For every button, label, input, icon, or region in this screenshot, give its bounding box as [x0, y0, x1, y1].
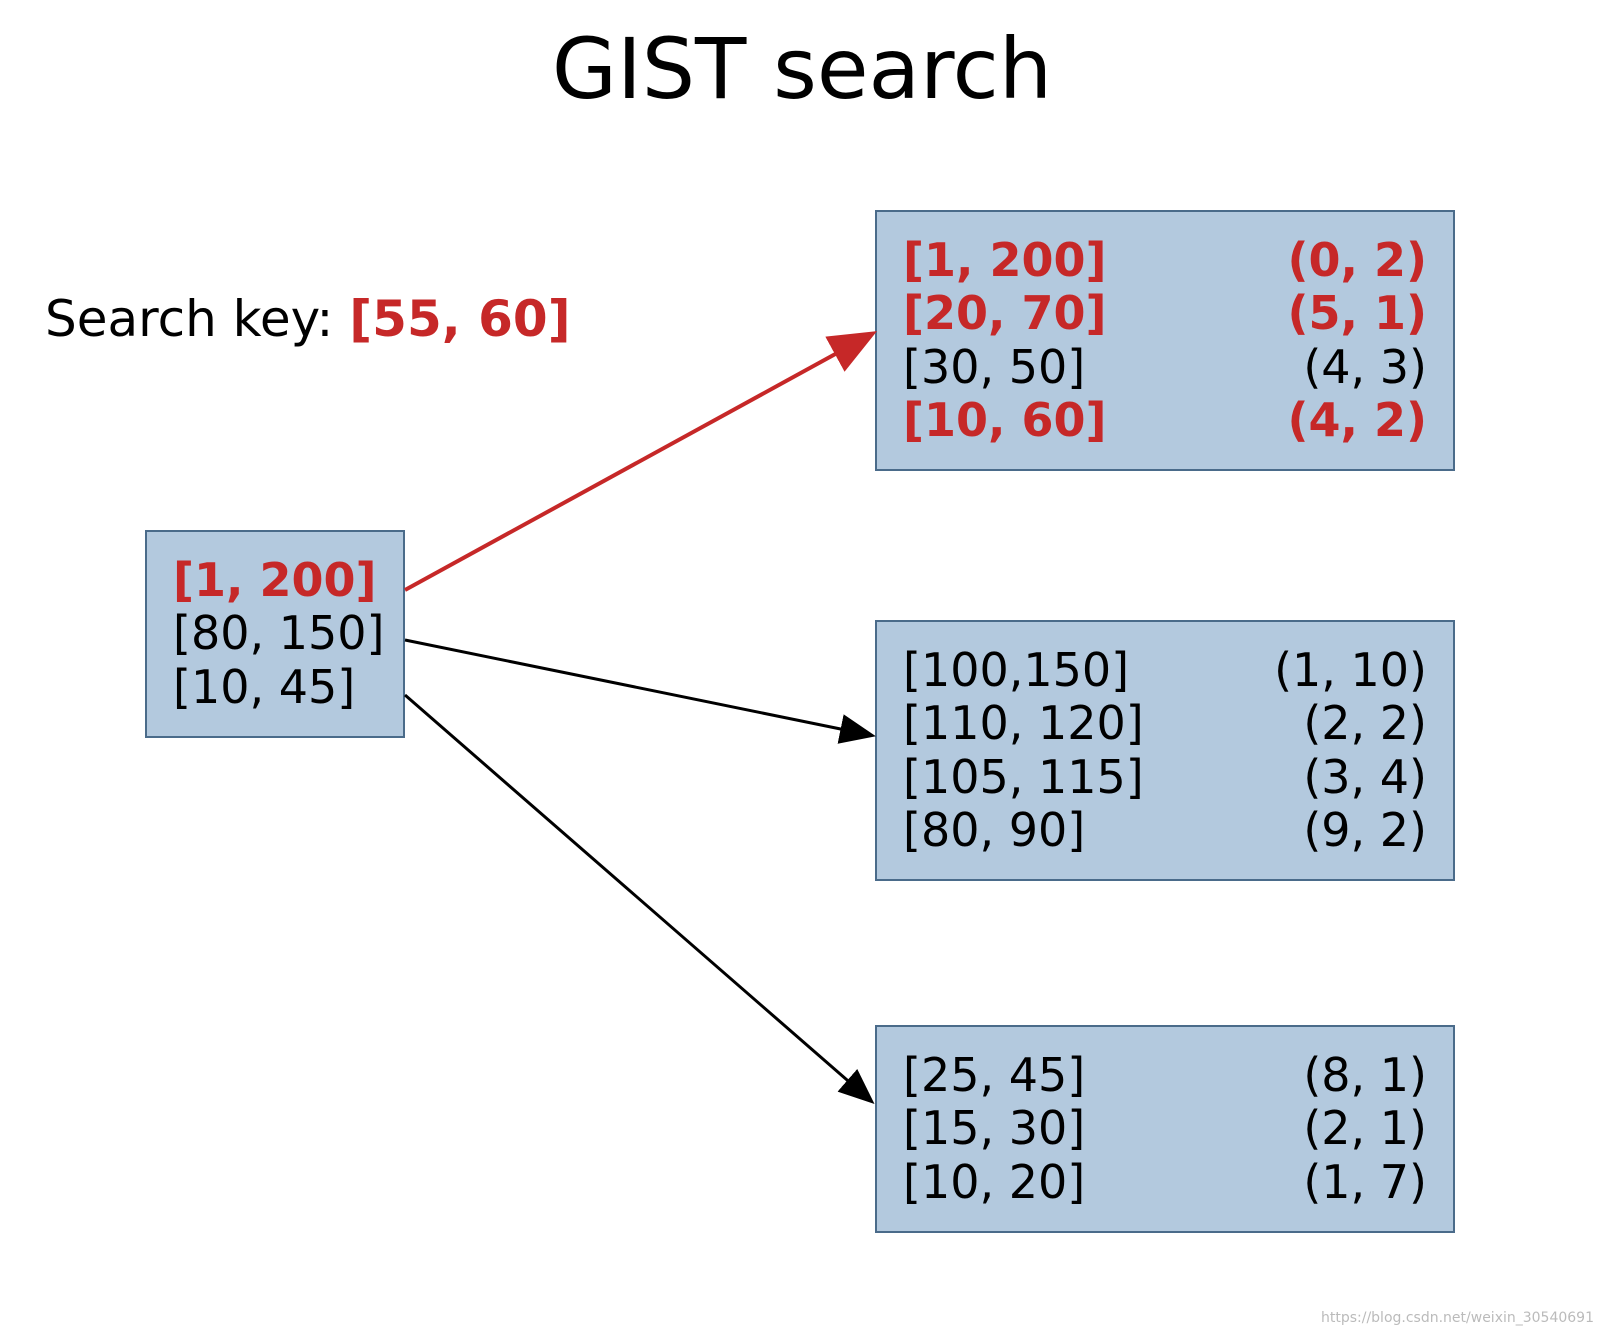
leaf-node-1: [100,150](1, 10)[110, 120](2, 2)[105, 11… — [875, 620, 1455, 881]
leaf-row-tid: (4, 3) — [1303, 341, 1427, 394]
leaf-row: [25, 45] (8, 1) — [903, 1049, 1427, 1102]
leaf-row: [10, 60] (4, 2) — [903, 394, 1427, 447]
leaf-row-tid: (9, 2) — [1303, 804, 1427, 857]
leaf-row-range: [110, 120] — [903, 697, 1144, 750]
search-key-label: Search key: — [45, 290, 349, 348]
leaf-node-0: [1, 200] (0, 2) [20, 70] (5, 1) [30, 50] (4, … — [875, 210, 1455, 471]
leaf-row: [100,150] (1, 10) — [903, 644, 1427, 697]
leaf-row-tid: (2, 1) — [1303, 1102, 1427, 1155]
leaf-row: [105, 115] (3, 4) — [903, 751, 1427, 804]
search-key-value: [55, 60] — [349, 290, 570, 348]
leaf-row: [20, 70] (5, 1) — [903, 287, 1427, 340]
leaf-node-2: [25, 45] (8, 1) [15, 30] (2, 1) [10, 20] (1, … — [875, 1025, 1455, 1233]
root-entry: [80, 150] — [173, 607, 377, 660]
leaf-row-tid: (4, 2) — [1287, 394, 1427, 447]
watermark: https://blog.csdn.net/weixin_30540691 — [1321, 1310, 1594, 1326]
leaf-row-tid: (0, 2) — [1287, 234, 1427, 287]
leaf-row-range: [100,150] — [903, 644, 1129, 697]
leaf-row: [10, 20] (1, 7) — [903, 1156, 1427, 1209]
search-key: Search key: [55, 60] — [45, 290, 571, 348]
root-entry: [10, 45] — [173, 661, 377, 714]
root-node: [1, 200][80, 150][10, 45] — [145, 530, 405, 738]
leaf-row-tid: (1, 7) — [1303, 1156, 1427, 1209]
leaf-row-range: [30, 50] — [903, 341, 1085, 394]
leaf-row-range: [15, 30] — [903, 1102, 1085, 1155]
leaf-row: [15, 30] (2, 1) — [903, 1102, 1427, 1155]
root-entry-range: [80, 150] — [173, 607, 384, 660]
leaf-row-range: [1, 200] — [903, 234, 1107, 287]
leaf-row-tid: (1, 10) — [1274, 644, 1427, 697]
arrow-root-to-leaf0 — [405, 335, 870, 590]
leaf-row: [30, 50] (4, 3) — [903, 341, 1427, 394]
page-title: GIST search — [0, 20, 1604, 118]
leaf-row-tid: (8, 1) — [1303, 1049, 1427, 1102]
leaf-row: [80, 90] (9, 2) — [903, 804, 1427, 857]
leaf-row-range: [25, 45] — [903, 1049, 1085, 1102]
root-entry: [1, 200] — [173, 554, 377, 607]
leaf-row-tid: (3, 4) — [1303, 751, 1427, 804]
leaf-row: [110, 120] (2, 2) — [903, 697, 1427, 750]
leaf-row-range: [20, 70] — [903, 287, 1107, 340]
leaf-row-tid: (2, 2) — [1303, 697, 1427, 750]
leaf-row-tid: (5, 1) — [1287, 287, 1427, 340]
leaf-row: [1, 200] (0, 2) — [903, 234, 1427, 287]
arrow-root-to-leaf1 — [405, 640, 870, 735]
leaf-row-range: [105, 115] — [903, 751, 1144, 804]
root-entry-range: [1, 200] — [173, 554, 377, 607]
arrow-root-to-leaf2 — [405, 695, 870, 1100]
root-entry-range: [10, 45] — [173, 661, 355, 714]
leaf-row-range: [10, 20] — [903, 1156, 1085, 1209]
leaf-row-range: [80, 90] — [903, 804, 1085, 857]
leaf-row-range: [10, 60] — [903, 394, 1107, 447]
